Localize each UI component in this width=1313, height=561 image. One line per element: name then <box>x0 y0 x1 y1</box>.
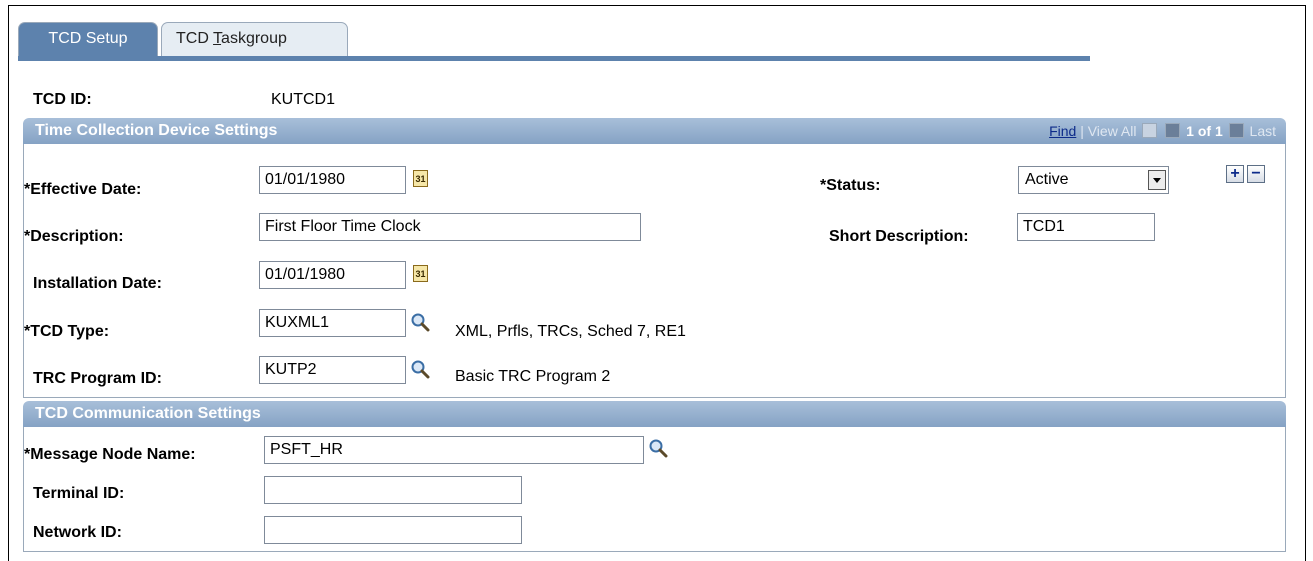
effective-date-label: *Effective Date: <box>24 181 142 198</box>
status-label: *Status: <box>820 177 881 194</box>
tcd-id-label: TCD ID: <box>33 91 92 108</box>
tcd-id-value: KUTCD1 <box>271 91 336 108</box>
first-row-icon <box>1142 123 1158 138</box>
short-description-label: Short Description: <box>829 228 969 245</box>
device-settings-header: Time Collection Device Settings Find | V… <box>23 118 1286 144</box>
tab-tcd-setup[interactable]: TCD Setup <box>18 22 158 56</box>
tab-label-accelerator: T <box>213 30 222 47</box>
lookup-icon[interactable] <box>410 312 430 332</box>
tcd-type-input[interactable] <box>259 309 406 337</box>
last-link: Last <box>1249 123 1276 139</box>
nav-separator: | <box>1080 123 1084 139</box>
effective-date-input[interactable] <box>259 166 406 194</box>
next-row-icon <box>1228 123 1244 138</box>
status-select[interactable]: Active <box>1018 166 1169 194</box>
message-node-name-input[interactable] <box>264 436 644 464</box>
network-id-label: Network ID: <box>33 524 122 541</box>
view-all-link: View All <box>1087 123 1137 139</box>
network-id-input[interactable] <box>264 516 522 544</box>
status-value: Active <box>1025 171 1069 188</box>
calendar-icon[interactable]: 31 <box>413 170 428 187</box>
description-input[interactable] <box>259 213 641 241</box>
add-row-button[interactable]: + <box>1226 165 1244 183</box>
lookup-icon[interactable] <box>410 359 430 379</box>
terminal-id-input[interactable] <box>264 476 522 504</box>
previous-row-icon <box>1165 123 1181 138</box>
installation-date-input[interactable] <box>259 261 406 289</box>
tab-label-prefix: TCD <box>176 30 214 47</box>
device-settings-title: Time Collection Device Settings <box>35 122 278 139</box>
tab-underline <box>18 56 1090 61</box>
tcd-type-label: *TCD Type: <box>24 323 110 340</box>
row-navigation: Find | View All 1 of 1 Last <box>1049 118 1276 144</box>
trc-program-description: Basic TRC Program 2 <box>455 368 611 385</box>
description-label: *Description: <box>24 228 124 245</box>
installation-date-label: Installation Date: <box>33 275 162 292</box>
lookup-icon[interactable] <box>648 438 668 458</box>
communication-settings-header: TCD Communication Settings <box>23 401 1286 427</box>
terminal-id-label: Terminal ID: <box>33 485 125 502</box>
trc-program-id-label: TRC Program ID: <box>33 370 162 387</box>
message-node-name-label: *Message Node Name: <box>24 446 196 463</box>
row-count: 1 of 1 <box>1186 123 1223 139</box>
find-link[interactable]: Find <box>1049 123 1076 139</box>
tab-tcd-taskgroup[interactable]: TCD Taskgroup <box>161 22 348 56</box>
tab-label-suffix: askgroup <box>221 30 287 47</box>
communication-settings-title: TCD Communication Settings <box>35 405 261 422</box>
tcd-type-description: XML, Prfls, TRCs, Sched 7, RE1 <box>455 323 686 340</box>
calendar-icon[interactable]: 31 <box>413 265 428 282</box>
tab-tcd-setup-label: TCD Setup <box>48 30 128 47</box>
tab-tcd-taskgroup-label: TCD Taskgroup <box>176 30 287 47</box>
trc-program-id-input[interactable] <box>259 356 406 384</box>
short-description-input[interactable] <box>1017 213 1155 241</box>
chevron-down-icon[interactable] <box>1148 170 1166 190</box>
delete-row-button[interactable]: − <box>1247 165 1265 183</box>
